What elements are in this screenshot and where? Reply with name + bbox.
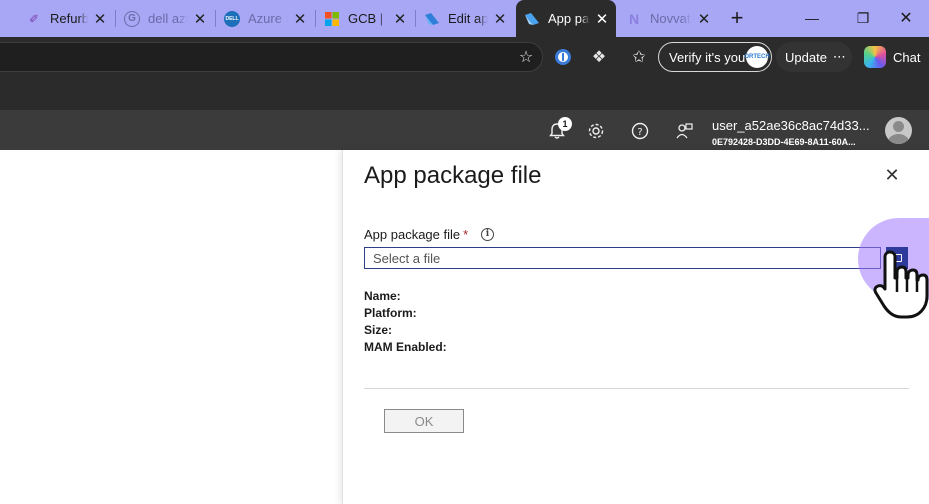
chat-label: Chat [893, 49, 921, 65]
tab-label: App pac [548, 11, 590, 26]
tab-label: Refurbis [50, 11, 88, 26]
tab-strip: ✐ Refurbis ✕ G dell azur ✕ DELL Azure St… [0, 0, 929, 37]
settings-gear-icon[interactable] [585, 120, 607, 142]
notifications-button[interactable]: 1 [546, 117, 572, 142]
field-label-text: App package file [364, 227, 461, 242]
window-close-icon[interactable]: ✕ [883, 0, 929, 37]
verify-label: Verify it's you [669, 49, 746, 65]
favorites-icon[interactable]: ✩ [627, 45, 651, 69]
extensions-icon[interactable]: ❖ [587, 45, 611, 69]
close-icon[interactable]: ✕ [292, 10, 308, 28]
refurbis-icon: ✐ [28, 11, 40, 26]
tab-edit-app[interactable]: Edit app ✕ [416, 0, 514, 37]
verify-button[interactable]: Verify it's you ORTECH [658, 42, 772, 72]
mam-enabled-label: MAM Enabled: [364, 340, 447, 354]
novvati-icon: N [628, 10, 640, 27]
app-package-file-label: App package file * [364, 227, 468, 242]
tab-gcb[interactable]: GCB | Cu ✕ [316, 0, 414, 37]
close-icon[interactable]: ✕ [392, 10, 408, 28]
required-marker: * [463, 227, 469, 242]
close-icon[interactable]: ✕ [92, 10, 108, 28]
password-manager-icon[interactable] [551, 45, 575, 69]
avatar-head [893, 121, 904, 132]
tab-label: Azure St [248, 11, 288, 26]
browser-toolbar: ☆ ❖ ✩ Verify it's you ORTECH Update ⋯ Ch… [0, 37, 929, 77]
app-package-file-panel: App package file ✕ App package file* i N… [342, 150, 929, 504]
tab-dell-azure[interactable]: G dell azur ✕ [116, 0, 214, 37]
select-file-input[interactable] [364, 247, 881, 269]
background-page [0, 150, 342, 504]
tab-label: Edit app [448, 11, 488, 26]
close-icon[interactable]: ✕ [696, 10, 712, 28]
feedback-icon[interactable] [673, 120, 695, 142]
new-tab-button[interactable]: + [724, 4, 750, 32]
close-icon[interactable]: ✕ [192, 10, 208, 28]
more-icon: ⋯ [832, 49, 846, 64]
svg-text:?: ? [637, 127, 642, 138]
close-panel-button[interactable]: ✕ [881, 164, 903, 186]
intune-icon [524, 11, 540, 27]
name-label: Name: [364, 289, 401, 303]
info-icon[interactable]: i [481, 228, 494, 241]
update-label: Update [785, 49, 827, 65]
tab-label: GCB | Cu [348, 11, 388, 26]
tab-app-package[interactable]: App pac ✕ [516, 0, 616, 37]
update-button[interactable]: Update ⋯ [776, 42, 852, 72]
copilot-chat-button[interactable]: Chat [860, 42, 929, 72]
intune-icon [424, 11, 440, 27]
microsoft-icon [324, 11, 340, 27]
ok-button[interactable]: OK [384, 409, 464, 433]
google-icon: G [124, 10, 140, 27]
notification-count-badge: 1 [558, 117, 572, 131]
minimize-icon[interactable]: — [789, 0, 835, 37]
account-tenant-id[interactable]: 0E792428-D3DD-4E69-8A11-60A... [712, 137, 874, 147]
tab-azure-storage[interactable]: DELL Azure St ✕ [216, 0, 314, 37]
favorite-star-icon[interactable]: ☆ [514, 45, 538, 69]
account-username[interactable]: user_a52ae36c8ac74d33... [712, 118, 874, 133]
platform-label: Platform: [364, 306, 417, 320]
avatar-body [888, 134, 909, 144]
restore-icon[interactable]: ❐ [840, 0, 886, 37]
address-bar[interactable] [0, 42, 543, 72]
panel-title: App package file [364, 162, 542, 189]
panel-divider [364, 388, 909, 389]
hand-cursor-icon [873, 250, 929, 319]
profile-badge: ORTECH [744, 46, 770, 68]
dell-icon: DELL [224, 10, 240, 27]
tab-label: dell azur [148, 11, 188, 26]
favorites-bar [0, 77, 929, 110]
tab-novvati[interactable]: N Novvati ✕ [618, 0, 718, 37]
close-icon[interactable]: ✕ [492, 10, 508, 28]
close-icon[interactable]: ✕ [594, 10, 610, 28]
help-icon[interactable]: ? [629, 120, 651, 142]
avatar[interactable] [885, 117, 912, 144]
tab-refurbis[interactable]: ✐ Refurbis ✕ [18, 0, 114, 37]
size-label: Size: [364, 323, 393, 337]
tab-label: Novvati [650, 11, 692, 26]
copilot-icon [864, 46, 886, 68]
